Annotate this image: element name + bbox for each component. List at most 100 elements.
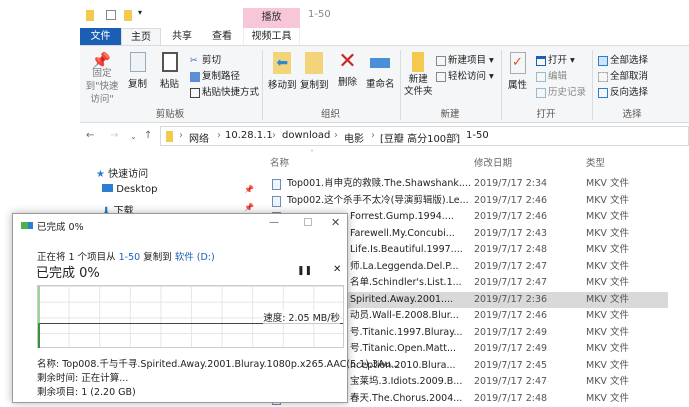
- file-date: 2019/7/17 2:34: [474, 178, 548, 189]
- file-name: 动员.Wall-E.2008.Blur...: [350, 310, 459, 321]
- copy-progress-dialog: 已完成 0% — ✕ 正在将 1 个项目从 1-50 复制到 软件 (D:) 已…: [12, 213, 400, 403]
- history-icon: [536, 87, 546, 98]
- file-row[interactable]: Top002.这个杀手不太冷(导演剪辑版).Le... 2019/7/17 2:4…: [80, 193, 689, 209]
- file-type: MKV 文件: [586, 326, 629, 338]
- edit-button[interactable]: 编辑: [536, 68, 567, 82]
- rename-icon: [370, 58, 391, 68]
- easy-access-button[interactable]: 轻松访问 ▾: [436, 68, 494, 82]
- minimize-button[interactable]: —: [269, 217, 279, 228]
- crumb-download[interactable]: download: [282, 130, 330, 141]
- address-bar-row: ← → ⌄ ↑ › 网络 › 10.28.1.1 › download › 电影…: [80, 125, 689, 147]
- properties-button[interactable]: ✓ 属性: [508, 52, 527, 91]
- copy-icon: [21, 222, 33, 229]
- crumb-douban[interactable]: [豆瓣 高分100部]: [380, 130, 460, 145]
- up-arrow-icon[interactable]: ↑: [144, 130, 152, 141]
- file-date: 2019/7/17 2:43: [474, 227, 548, 239]
- ribbon-tabs: 文件 主页 共享 查看 视频工具: [80, 28, 689, 45]
- paste-icon: [161, 52, 178, 72]
- customize-quick-access-icon[interactable]: ▾: [138, 8, 142, 17]
- rename-button[interactable]: 重命名: [366, 52, 395, 90]
- file-date: 2019/7/17 2:46: [474, 194, 548, 206]
- column-header-date[interactable]: 修改日期: [474, 155, 512, 169]
- copy-path-button[interactable]: 复制路径: [190, 68, 240, 82]
- file-name: 宝莱坞.3.Idiots.2009.B...: [350, 376, 463, 387]
- tab-file[interactable]: 文件: [80, 28, 121, 45]
- open-button[interactable]: 打开 ▾: [536, 52, 575, 66]
- file-date: 2019/7/17 2:49: [474, 326, 548, 338]
- column-header-type[interactable]: 类型: [586, 155, 605, 169]
- crumb-sep: ›: [179, 130, 183, 141]
- copy-button[interactable]: 复制: [128, 52, 147, 90]
- recent-chevron-icon[interactable]: ⌄: [130, 132, 137, 141]
- move-to-button[interactable]: ⬅ 移动到: [268, 52, 297, 91]
- tab-home[interactable]: 主页: [121, 28, 161, 45]
- select-none-button[interactable]: 全部取消: [598, 68, 648, 82]
- select-none-icon: [598, 71, 608, 82]
- delete-x-icon: ✕: [338, 49, 357, 74]
- invert-selection-button[interactable]: 反向选择: [598, 84, 648, 98]
- file-date: 2019/7/17 2:46: [474, 211, 548, 222]
- file-name: 春天.The.Chorus.2004...: [350, 392, 463, 404]
- address-bar[interactable]: › 网络 › 10.28.1.1 › download › 电影 › [豆瓣 高…: [160, 126, 689, 146]
- delete-button[interactable]: ✕ 删除: [338, 49, 357, 89]
- tab-video-tools[interactable]: 视频工具: [243, 28, 300, 45]
- folder-icon: [166, 131, 173, 142]
- scissors-icon: ✂: [190, 55, 198, 66]
- new-folder-quick-icon[interactable]: [124, 10, 132, 21]
- group-label-select: 选择: [622, 109, 642, 120]
- file-date: 2019/7/17 2:47: [474, 277, 548, 288]
- crumb-host[interactable]: 10.28.1.1: [225, 130, 273, 141]
- crumb-sep: ›: [272, 130, 276, 141]
- copy-to-icon: [305, 52, 324, 74]
- source-link[interactable]: 1-50: [119, 252, 141, 263]
- file-type: MKV 文件: [586, 343, 629, 354]
- paste-shortcut-icon: [190, 87, 200, 98]
- file-date: 2019/7/17 2:47: [474, 260, 548, 272]
- crumb-sep: ›: [334, 130, 338, 141]
- copy-icon: [129, 52, 146, 72]
- close-button[interactable]: ✕: [331, 216, 340, 229]
- crumb-movies[interactable]: 电影: [344, 130, 364, 145]
- file-row[interactable]: Spirited.Away.2001.... 2019/7/17 2:36 MKV …: [272, 291, 668, 308]
- new-item-icon: [436, 55, 446, 66]
- maximize-button[interactable]: [304, 218, 312, 226]
- video-file-icon: [272, 195, 281, 207]
- select-all-button[interactable]: 全部选择: [598, 52, 648, 66]
- properties-quick-icon[interactable]: [106, 10, 116, 20]
- history-button[interactable]: 历史记录: [536, 84, 586, 98]
- items-remaining: 剩余项目: 1 (2.20 GB): [37, 387, 136, 398]
- cancel-button[interactable]: ✕: [333, 264, 341, 275]
- properties-check-icon: ✓: [509, 52, 526, 74]
- group-label-new: 新建: [440, 109, 460, 120]
- crumb-sep: ›: [455, 130, 459, 141]
- crumb-network[interactable]: 网络: [189, 130, 209, 145]
- easy-access-icon: [436, 71, 446, 82]
- new-item-button[interactable]: 新建项目 ▾: [436, 52, 494, 66]
- destination-link[interactable]: 软件 (D:): [175, 252, 215, 263]
- paste-button[interactable]: 粘贴: [160, 52, 179, 90]
- new-folder-button[interactable]: 新建 文件夹: [404, 52, 433, 98]
- pin-quick-access-button[interactable]: 📌 固定到"快速访问": [82, 53, 120, 106]
- column-header-name[interactable]: 名称: [270, 155, 289, 169]
- file-type: MKV 文件: [586, 211, 629, 222]
- forward-arrow-icon[interactable]: →: [110, 130, 118, 141]
- file-type: MKV 文件: [586, 194, 629, 206]
- pause-button[interactable]: ❚❚: [297, 266, 312, 276]
- file-row[interactable]: Top001.肖申克的救赎.The.Shawshank.... 2019/7/17…: [80, 176, 689, 192]
- group-label-organize: 组织: [320, 109, 340, 120]
- crumb-sep: ›: [217, 130, 221, 141]
- file-name: Farewell.My.Concubi...: [350, 227, 455, 239]
- file-type: MKV 文件: [586, 392, 629, 404]
- file-type: MKV 文件: [586, 310, 629, 321]
- tab-share[interactable]: 共享: [162, 28, 202, 45]
- crumb-current[interactable]: 1-50: [466, 130, 489, 141]
- window-title: 1-50: [308, 9, 331, 20]
- paste-shortcut-button[interactable]: 粘贴快捷方式: [190, 84, 259, 98]
- file-name: Life.Is.Beautiful.1997....: [350, 244, 463, 255]
- cut-button[interactable]: ✂ 剪切: [190, 52, 221, 66]
- copy-to-button[interactable]: 复制到: [300, 52, 329, 91]
- file-name: 名单.Schindler's.List.1...: [350, 277, 462, 288]
- tab-view[interactable]: 查看: [202, 28, 242, 45]
- context-tab-play: 播放: [243, 8, 300, 28]
- back-arrow-icon[interactable]: ←: [86, 130, 94, 141]
